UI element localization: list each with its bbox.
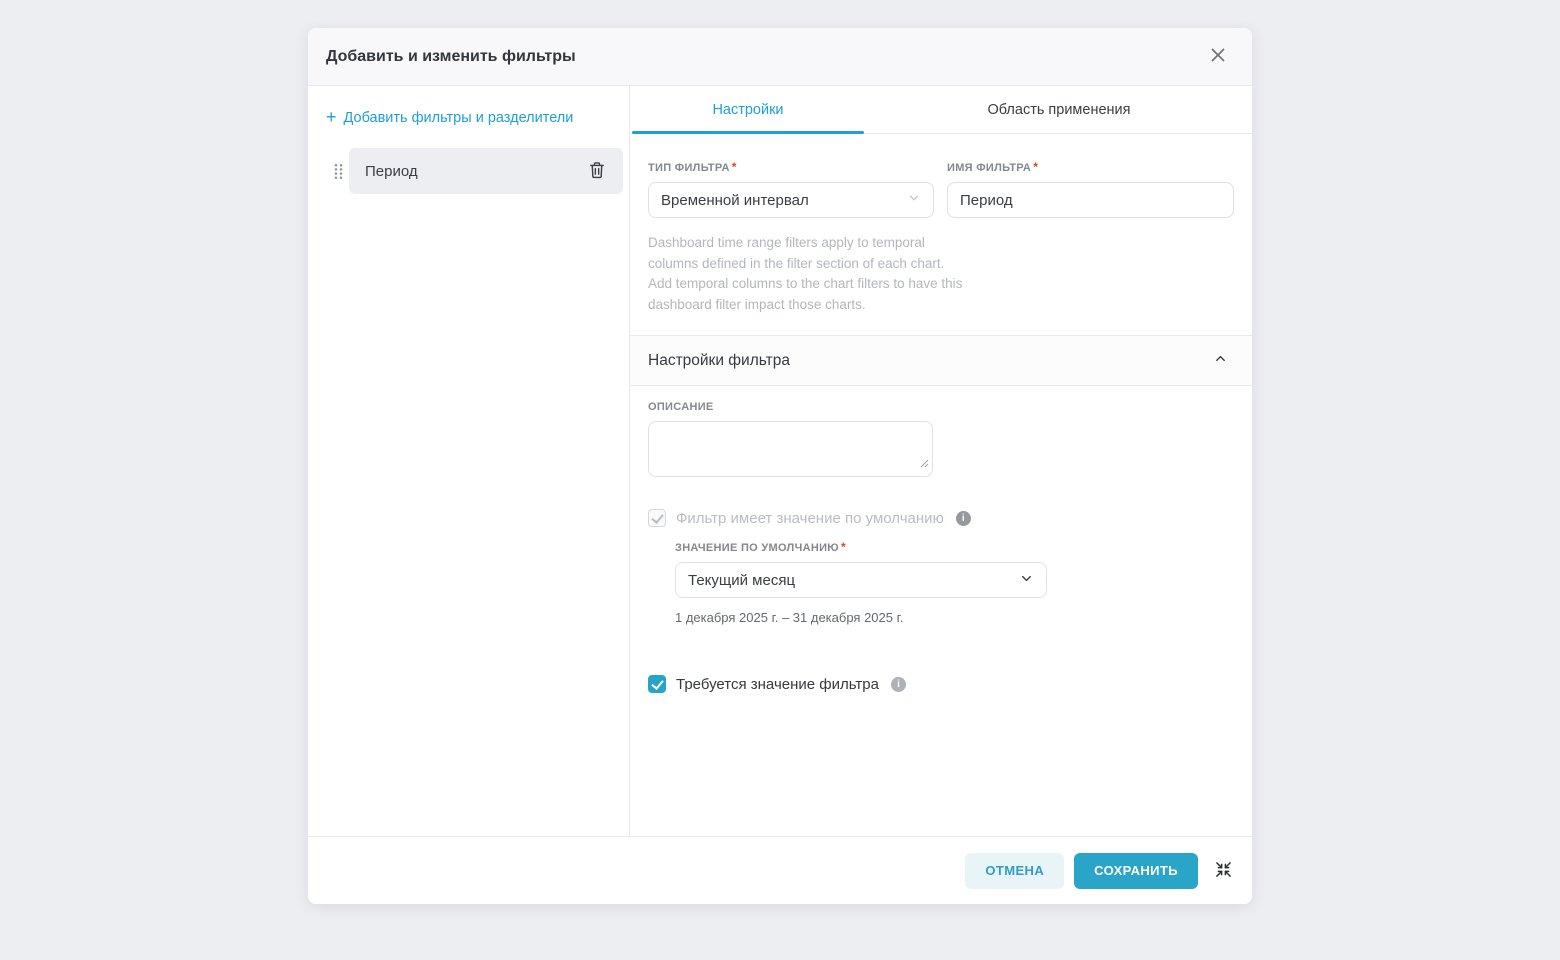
active-tab-underline [632,131,864,134]
required-asterisk: * [1033,160,1038,174]
add-edit-filters-modal: Добавить и изменить фильтры + Добавить ф… [308,28,1252,904]
collapse-modal-button[interactable] [1210,858,1236,884]
filter-item-label: Период [365,163,585,180]
save-button[interactable]: СОХРАНИТЬ [1074,853,1198,889]
default-value-date-range: 1 декабря 2025 г. – 31 декабря 2025 г. [675,610,1234,625]
filter-type-help-text: Dashboard time range filters apply to te… [648,233,964,315]
cancel-button[interactable]: ОТМЕНА [965,853,1064,889]
collapse-arrows-icon [1215,861,1232,881]
default-value-label: ЗНАЧЕНИЕ ПО УМОЛЧАНИЮ* [675,540,1234,554]
tab-scope-label: Область применения [987,102,1130,118]
modal-header: Добавить и изменить фильтры [308,28,1252,86]
filter-name-label: ИМЯ ФИЛЬТРА* [947,160,1234,174]
filter-required-checkbox-label: Требуется значение фильтра [676,676,879,693]
tabbar: Настройки Область применения [630,86,1252,134]
filter-name-input[interactable] [947,182,1234,218]
add-filters-link[interactable]: + Добавить фильтры и разделители [308,110,629,126]
required-checkbox-row: Требуется значение фильтра [648,675,1234,693]
drag-handle-icon[interactable] [334,163,346,180]
chevron-up-icon [1213,351,1228,371]
description-label: ОПИСАНИЕ [648,401,1234,413]
modal-footer: ОТМЕНА СОХРАНИТЬ [308,836,1252,904]
tab-settings[interactable]: Настройки [630,86,866,133]
default-value-select[interactable]: Текущий месяц [675,562,1047,598]
required-asterisk: * [732,160,737,174]
default-value-checkbox[interactable] [648,509,666,527]
filter-type-value: Временной интервал [661,192,907,209]
filter-type-select[interactable]: Временной интервал [648,182,934,218]
chevron-down-icon [907,191,921,209]
default-value-checkbox-label: Фильтр имеет значение по умолчанию [676,510,944,527]
filter-type-label: ТИП ФИЛЬТРА* [648,160,934,174]
chevron-down-icon [1019,571,1034,590]
modal-body: + Добавить фильтры и разделители Период [308,86,1252,836]
filter-settings-section-title: Настройки фильтра [648,352,1213,370]
close-icon [1209,46,1227,67]
trash-icon [587,160,607,183]
default-value-checkbox-row: Фильтр имеет значение по умолчанию [648,509,1234,527]
modal-title: Добавить и изменить фильтры [326,48,1204,66]
info-icon[interactable] [956,511,971,526]
description-textarea[interactable] [648,421,933,477]
filter-config-panel: Настройки Область применения ТИП ФИЛЬТРА… [630,86,1252,836]
settings-tab-content: ТИП ФИЛЬТРА* Временной интервал [630,134,1252,836]
delete-filter-button[interactable] [585,159,609,183]
filters-sidebar: + Добавить фильтры и разделители Период [308,86,630,836]
required-asterisk: * [841,540,846,554]
filter-settings-section-header[interactable]: Настройки фильтра [630,335,1252,386]
info-icon[interactable] [891,677,906,692]
plus-icon: + [326,108,337,126]
filter-item-period[interactable]: Период [349,148,623,194]
default-value-select-value: Текущий месяц [688,572,1019,589]
filter-list-item: Период [334,148,623,194]
filter-required-checkbox[interactable] [648,675,666,693]
add-filters-label: Добавить фильтры и разделители [344,110,574,126]
tab-scope[interactable]: Область применения [866,86,1252,133]
tab-settings-label: Настройки [712,102,783,118]
close-button[interactable] [1204,43,1232,71]
